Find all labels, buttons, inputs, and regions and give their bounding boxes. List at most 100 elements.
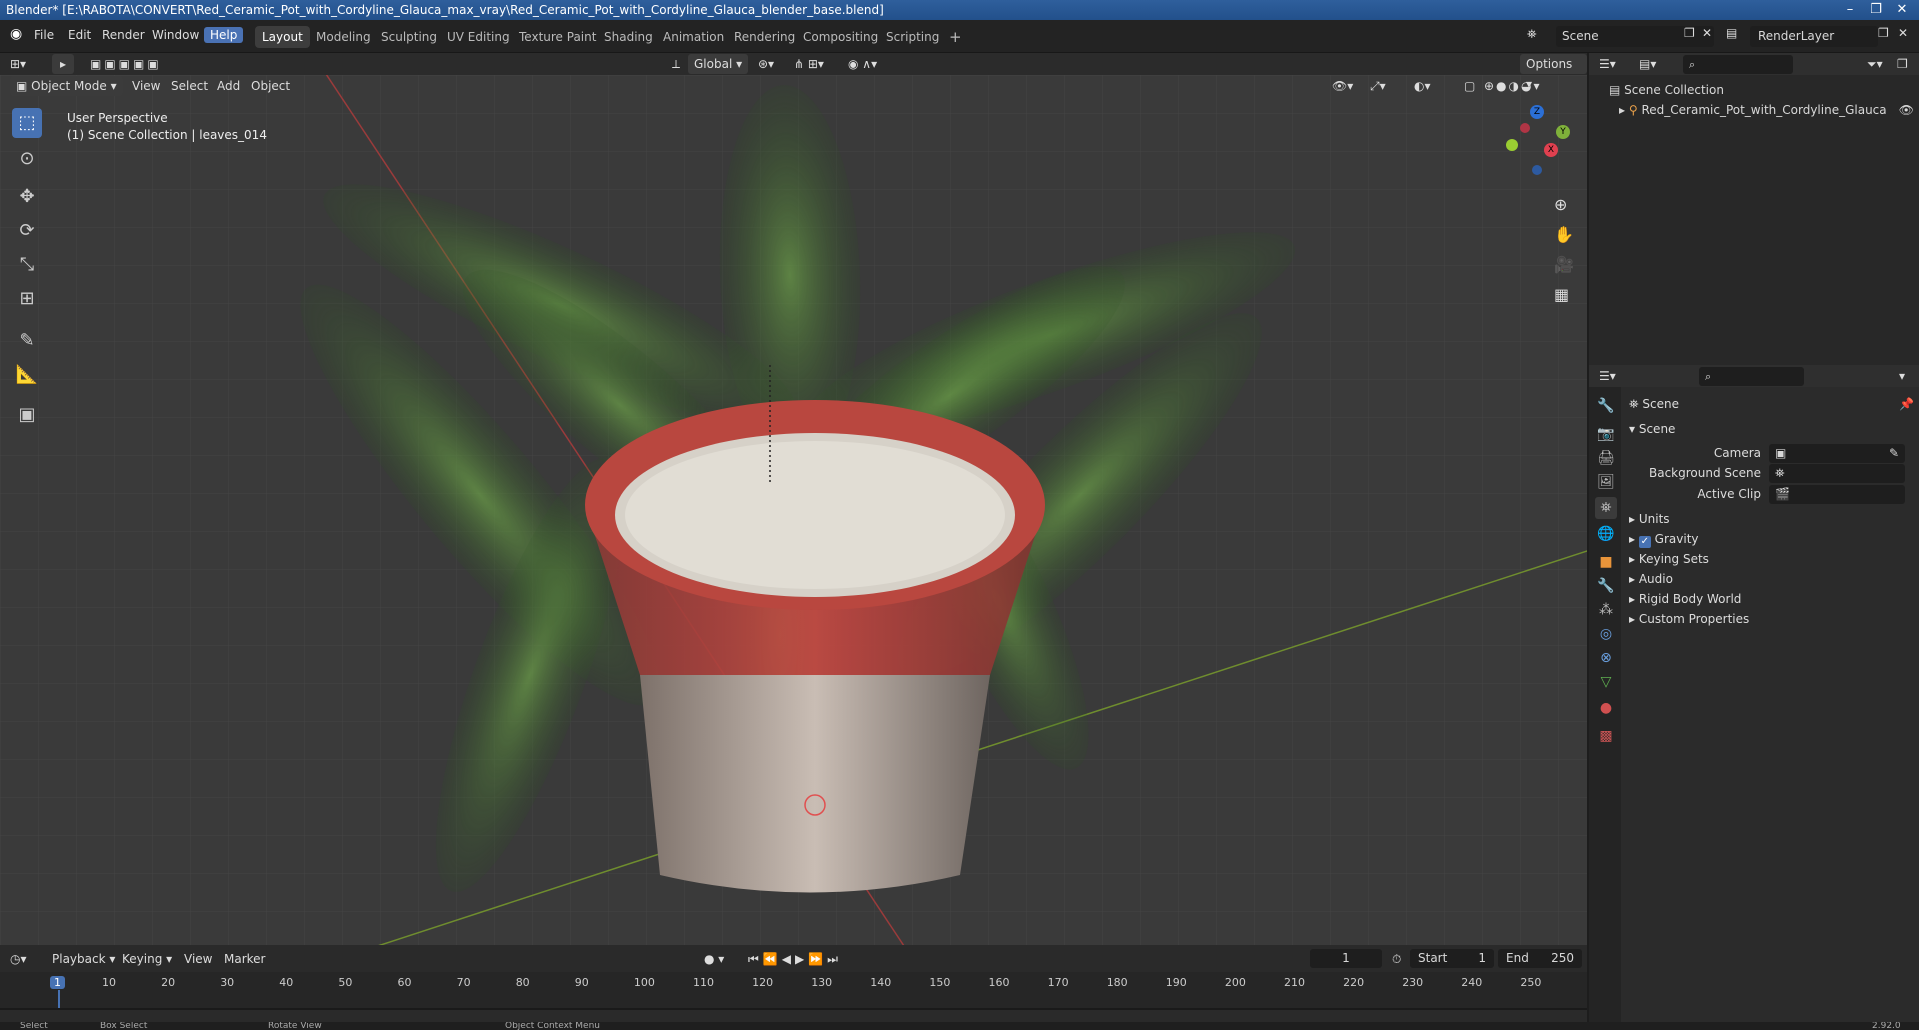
gizmo-neg-x[interactable] (1520, 123, 1530, 133)
visibility-icon[interactable]: 👁▾ (1332, 76, 1353, 96)
transform-orientation-dropdown[interactable]: Global ▾ (688, 54, 749, 74)
pin-icon[interactable]: 📌 (1899, 397, 1914, 411)
current-frame-field[interactable]: 1 (1310, 949, 1382, 968)
tab-uv-editing[interactable]: UV Editing (440, 26, 517, 48)
physics-tab-icon[interactable]: ◎ (1595, 623, 1617, 645)
filter-icon[interactable]: ⏷▾ (1867, 54, 1883, 74)
zoom-icon[interactable]: ⊕ (1554, 195, 1567, 214)
measure-tool-icon[interactable]: 📐 (12, 360, 42, 390)
tab-sculpting[interactable]: Sculpting (374, 26, 444, 48)
properties-search-input[interactable]: ⌕ (1699, 367, 1804, 386)
active-clip-field[interactable]: 🎬 (1769, 485, 1905, 504)
timeline-marker-menu[interactable]: Marker (224, 949, 265, 969)
tab-texture-paint[interactable]: Texture Paint (512, 26, 603, 48)
end-frame-field[interactable]: End 250 (1498, 949, 1582, 968)
scene-tab-icon[interactable]: ⛯ (1595, 497, 1617, 519)
timeline-view-menu[interactable]: View (184, 949, 212, 969)
camera-view-icon[interactable]: 🎥 (1554, 255, 1574, 274)
menu-edit[interactable]: Edit (68, 28, 91, 42)
timeline-ruler[interactable]: 1 10 20 30 40 50 60 70 80 90 100 110 120 130 140 150 160… (0, 972, 1587, 1010)
menu-add[interactable]: Add (217, 76, 240, 96)
texture-tab-icon[interactable]: ▩ (1595, 725, 1617, 747)
gizmo-z-axis[interactable]: Z (1530, 105, 1544, 119)
properties-editor-icon[interactable]: ☰▾ (1599, 366, 1616, 386)
move-tool-icon[interactable]: ✥ (12, 182, 42, 212)
visibility-eye-icon[interactable]: 👁 (1899, 103, 1914, 117)
playback-controls[interactable]: ⏮⏪◀▶⏩⏭ (748, 949, 842, 969)
delete-scene-icon[interactable]: ✕ (1702, 26, 1712, 40)
outliner-editor-icon[interactable]: ☰▾ (1599, 54, 1616, 74)
keying-sets-section[interactable]: ▸ Keying Sets (1629, 552, 1709, 566)
render-layer-selector[interactable]: RenderLayer (1750, 26, 1878, 47)
navigation-gizmo[interactable]: Z Y X (1490, 105, 1570, 185)
tab-compositing[interactable]: Compositing (796, 26, 885, 48)
proportional-edit-icon[interactable]: ◉ ∧▾ (848, 54, 877, 74)
preview-range-icon[interactable]: ⏱ (1392, 949, 1401, 969)
minimize-icon[interactable]: – (1836, 0, 1864, 20)
select-box-tool-icon[interactable]: ⬚ (12, 108, 42, 138)
maximize-icon[interactable]: ❐ (1862, 0, 1890, 20)
scene-panel-header[interactable]: ▾ Scene (1629, 422, 1675, 436)
transform-orientation-icon[interactable]: ⟂ (672, 54, 680, 74)
object-tab-icon[interactable]: ■ (1595, 551, 1617, 573)
rotate-tool-icon[interactable]: ⟳ (12, 216, 42, 246)
background-scene-field[interactable]: ⛯ (1769, 464, 1905, 483)
menu-render[interactable]: Render (102, 28, 145, 42)
pivot-icon[interactable]: ⊛▾ (758, 54, 774, 74)
snap-icon[interactable]: ⋔ ⊞▾ (794, 54, 824, 74)
world-tab-icon[interactable]: 🌐 (1595, 523, 1617, 545)
cursor-tool-icon[interactable]: ⊙ (12, 144, 42, 174)
playback-dropdown[interactable]: Playback ▾ (52, 949, 115, 969)
add-workspace-icon[interactable]: + (942, 26, 969, 48)
scale-tool-icon[interactable]: ⤡ (12, 250, 42, 280)
xray-icon[interactable]: ▢ (1464, 76, 1475, 96)
new-collection-icon[interactable]: ❐ (1897, 54, 1908, 74)
material-tab-icon[interactable]: ● (1595, 697, 1617, 719)
eyedropper-icon[interactable]: ✎ (1889, 444, 1899, 463)
view-layer-tab-icon[interactable]: 🖼 (1595, 471, 1617, 493)
timeline-scrollbar[interactable] (0, 1008, 1587, 1010)
menu-select[interactable]: Select (171, 76, 208, 96)
tab-shading[interactable]: Shading (597, 26, 660, 48)
expand-arrow-icon[interactable]: ▸ (1619, 103, 1625, 117)
units-section[interactable]: ▸ Units (1629, 512, 1670, 526)
display-mode-icon[interactable]: ▤▾ (1639, 54, 1656, 74)
3d-viewport[interactable]: User Perspective (1) Scene Collection | … (0, 75, 1587, 945)
tab-animation[interactable]: Animation (656, 26, 731, 48)
menu-view[interactable]: View (132, 76, 160, 96)
panel-options-icon[interactable]: ▾ (1899, 366, 1905, 386)
gizmo-toggle-icon[interactable]: ⤢▾ (1370, 76, 1386, 96)
render-tab-icon[interactable]: 📷 (1595, 423, 1617, 445)
editor-type-icon[interactable]: ⊞▾ (10, 54, 26, 74)
gizmo-neg-z[interactable] (1532, 165, 1542, 175)
constraints-tab-icon[interactable]: ⊗ (1595, 647, 1617, 669)
shading-mode-icons[interactable]: ⊕●◑◒▾ (1484, 76, 1542, 96)
overlay-toggle-icon[interactable]: ◐▾ (1414, 76, 1431, 96)
keying-dropdown[interactable]: Keying ▾ (122, 949, 172, 969)
add-cube-tool-icon[interactable]: ▣ (12, 400, 42, 430)
options-dropdown[interactable]: Options ▾ (1520, 54, 1587, 91)
blender-logo-icon[interactable]: ◉ (10, 26, 22, 42)
modifier-tab-icon[interactable]: 🔧 (1595, 575, 1617, 597)
new-scene-icon[interactable]: ❐ (1684, 26, 1695, 40)
tab-scripting[interactable]: Scripting (879, 26, 946, 48)
menu-window[interactable]: Window (152, 28, 199, 42)
select-tool-icon[interactable]: ▸ (52, 54, 74, 74)
outliner-search-input[interactable]: ⌕ (1683, 55, 1793, 74)
transform-tool-icon[interactable]: ⊞ (12, 284, 42, 314)
camera-field[interactable]: ▣ ✎ (1769, 444, 1905, 463)
perspective-toggle-icon[interactable]: ▦ (1554, 285, 1569, 304)
tab-rendering[interactable]: Rendering (727, 26, 802, 48)
render-layer-icon[interactable]: ▤ (1726, 26, 1737, 40)
playhead[interactable] (58, 990, 60, 1008)
outliner-item-row[interactable]: ▸ ⚲ Red_Ceramic_Pot_with_Cordyline_Glauc… (1619, 103, 1914, 117)
audio-section[interactable]: ▸ Audio (1629, 572, 1673, 586)
gravity-checkbox[interactable]: ✓ (1638, 536, 1651, 548)
annotate-tool-icon[interactable]: ✎ (12, 326, 42, 356)
menu-file[interactable]: File (34, 28, 54, 42)
start-frame-field[interactable]: Start 1 (1410, 949, 1494, 968)
tab-layout[interactable]: Layout (255, 26, 310, 48)
pan-hand-icon[interactable]: ✋ (1554, 225, 1574, 244)
selection-mode-icons[interactable]: ▣▣▣▣▣ (90, 54, 162, 74)
rigid-body-world-section[interactable]: ▸ Rigid Body World (1629, 592, 1741, 606)
